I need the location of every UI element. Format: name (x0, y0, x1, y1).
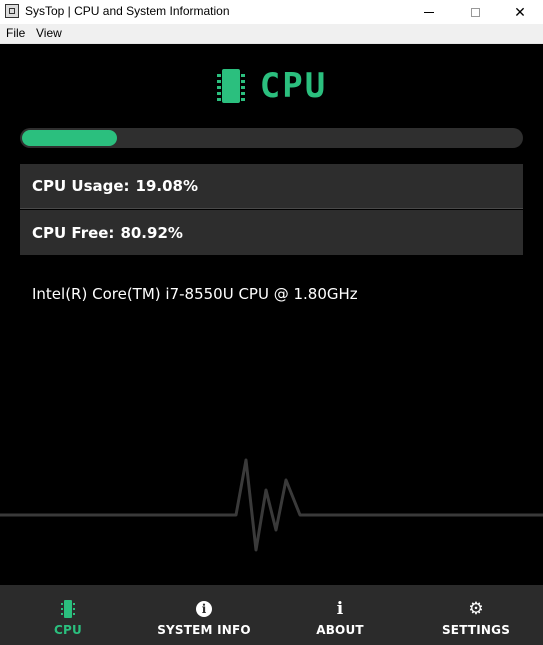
cpu-usage-progress-bar (20, 128, 523, 148)
cpu-free-value: 80.92% (120, 223, 183, 242)
cpu-usage-row: CPU Usage: 19.08% (20, 164, 523, 209)
title-bar: SysTop | CPU and System Information ✕ (0, 0, 543, 24)
maximize-icon (470, 7, 480, 17)
nav-settings[interactable]: ⚙ SETTINGS (411, 585, 541, 645)
cpu-chip-icon (216, 68, 246, 104)
cpu-free-label: CPU Free: (32, 223, 115, 242)
menu-file[interactable]: File (6, 26, 25, 40)
heartbeat-graphic (0, 458, 543, 552)
cpu-chip-icon (59, 600, 77, 618)
page-title: CPU (259, 66, 328, 106)
nav-about[interactable]: i ABOUT (275, 585, 405, 645)
close-button[interactable]: ✕ (497, 0, 543, 24)
menu-view[interactable]: View (36, 26, 62, 40)
nav-cpu-label: CPU (54, 623, 82, 637)
window-title: SysTop | CPU and System Information (25, 4, 230, 18)
bottom-navigation: CPU i SYSTEM INFO i ABOUT ⚙ SETTINGS (0, 585, 543, 645)
nav-cpu[interactable]: CPU (3, 585, 133, 645)
maximize-button[interactable] (452, 0, 498, 24)
nav-about-label: ABOUT (316, 623, 364, 637)
minimize-icon (424, 11, 434, 13)
menu-bar: File View (0, 24, 543, 44)
cpu-free-row: CPU Free: 80.92% (20, 210, 523, 255)
minimize-button[interactable] (406, 0, 452, 24)
gear-icon: ⚙ (468, 599, 484, 619)
nav-system-info-label: SYSTEM INFO (157, 623, 251, 637)
nav-settings-label: SETTINGS (441, 623, 511, 637)
page-header: CPU (0, 66, 543, 106)
info-icon: i (336, 599, 344, 619)
nav-system-info[interactable]: i SYSTEM INFO (139, 585, 269, 645)
cpu-usage-value: 19.08% (135, 177, 199, 195)
close-icon: ✕ (514, 3, 526, 20)
progress-fill (22, 130, 117, 146)
app-icon (5, 4, 19, 18)
cpu-model-name: Intel(R) Core(TM) i7-8550U CPU @ 1.80GHz (32, 285, 358, 303)
info-circle-icon: i (195, 600, 213, 618)
cpu-usage-label: CPU Usage: (32, 177, 130, 195)
